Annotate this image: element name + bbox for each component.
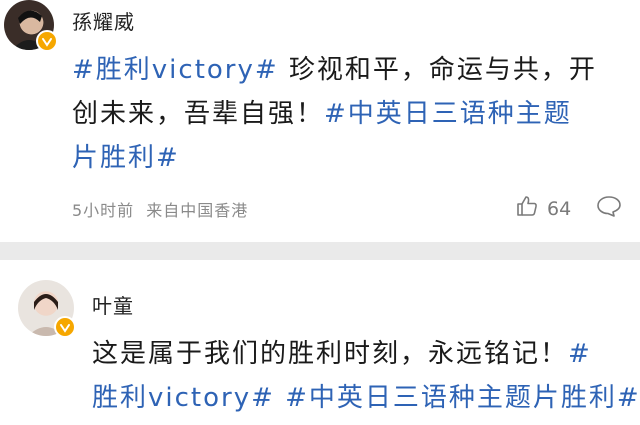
post-source: 来自中国香港 <box>146 201 249 220</box>
thumbs-up-icon <box>515 194 539 223</box>
weibo-post-1: 孫耀威 #胜利victory# 珍视和平，命运与共，开 创未来，吾辈自强！#中英日… <box>0 0 640 240</box>
post-text: 创未来，吾辈自强！ <box>72 99 325 129</box>
post-body: 这是属于我们的胜利时刻，永远铭记！# 胜利victory# #中英日三语种主题片胜… <box>92 332 640 420</box>
like-button[interactable]: 64 <box>515 194 571 223</box>
hashtag-link[interactable]: # <box>568 339 592 369</box>
post-text: 这是属于我们的胜利时刻，永远铭记！ <box>92 339 569 369</box>
post-time: 5小时前 <box>72 201 135 220</box>
post-body-line: 胜利victory# #中英日三语种主题片胜利# <box>92 376 640 420</box>
hashtag-link[interactable]: #中英日三语种主题 <box>324 99 572 129</box>
username[interactable]: 孫耀威 <box>72 6 135 35</box>
post-meta: 5小时前 来自中国香港 <box>72 197 248 221</box>
like-count: 64 <box>547 197 572 220</box>
post-body-line: 创未来，吾辈自强！#中英日三语种主题 <box>72 92 597 136</box>
post-body-line: #胜利victory# 珍视和平，命运与共，开 <box>72 48 597 92</box>
weibo-post-2: 叶童 这是属于我们的胜利时刻，永远铭记！# 胜利victory# #中英日三语种主… <box>0 262 640 425</box>
post-body-line: 这是属于我们的胜利时刻，永远铭记！# <box>92 332 640 376</box>
username[interactable]: 叶童 <box>92 290 134 319</box>
post-separator <box>0 242 640 260</box>
hashtag-link[interactable]: #胜利victory# <box>72 55 279 85</box>
verified-badge-icon <box>36 30 58 52</box>
hashtag-link[interactable]: 片胜利# <box>72 143 180 173</box>
avatar[interactable] <box>18 280 76 338</box>
post-body: #胜利victory# 珍视和平，命运与共，开 创未来，吾辈自强！#中英日三语种主… <box>72 48 597 180</box>
comment-bubble-icon[interactable] <box>596 194 622 222</box>
verified-badge-icon <box>54 316 76 338</box>
post-body-line: 片胜利# <box>72 136 597 180</box>
hashtag-link[interactable]: 胜利victory# #中英日三语种主题片胜利# <box>92 383 640 413</box>
avatar[interactable] <box>4 0 58 52</box>
post-text: 珍视和平，命运与共，开 <box>278 55 597 85</box>
